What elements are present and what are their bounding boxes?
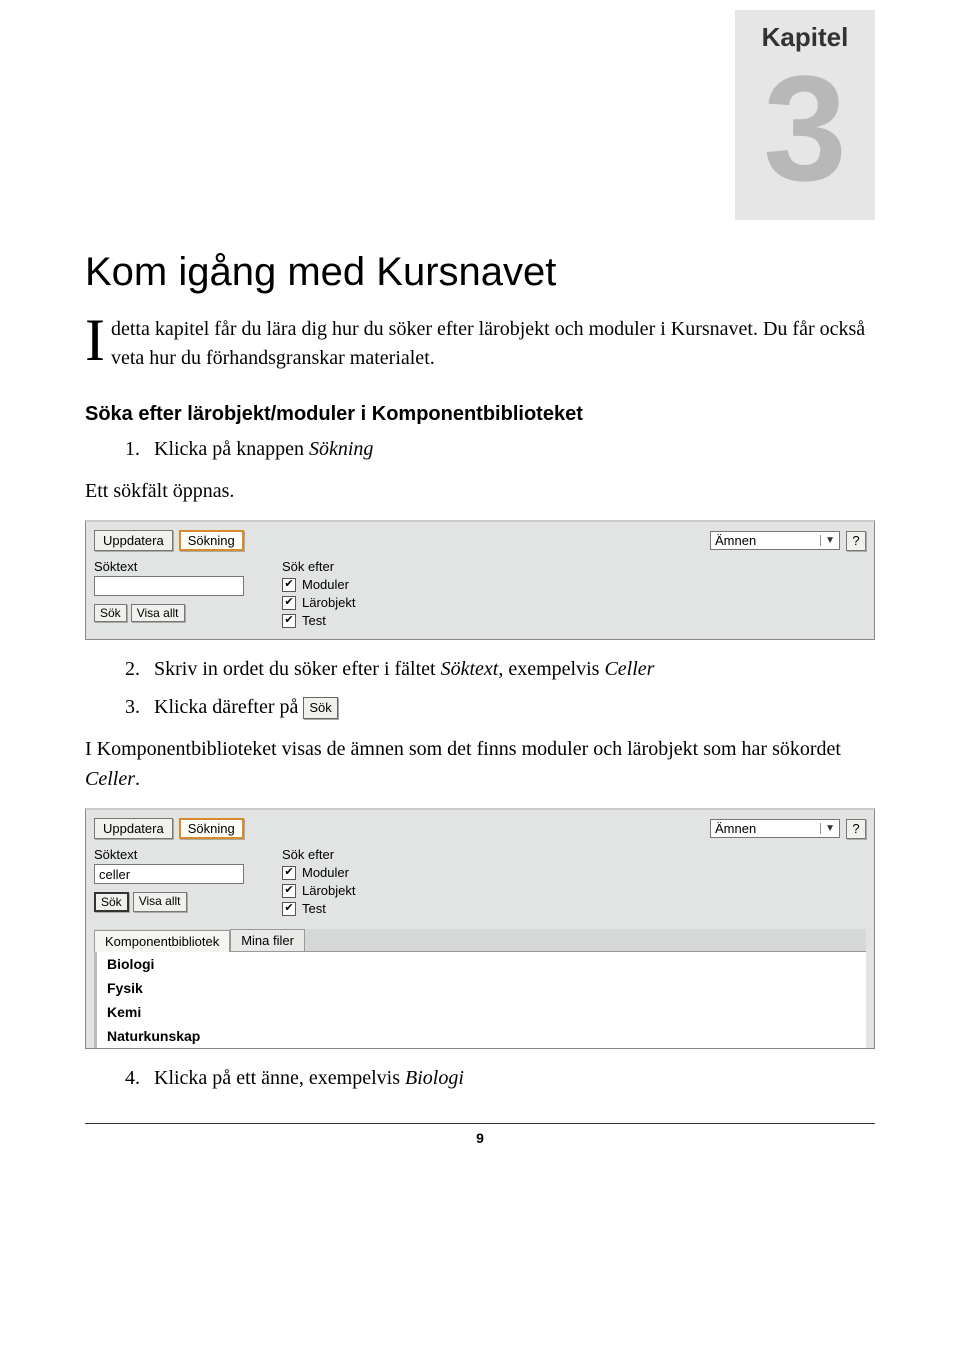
after-step-1: Ett sökfält öppnas. [85, 476, 875, 506]
section-heading: Söka efter lärobjekt/moduler i Komponent… [85, 403, 875, 426]
visa-allt-button[interactable]: Visa allt [133, 892, 187, 912]
chevron-down-icon: ▼ [820, 535, 835, 546]
tab-mina-filer[interactable]: Mina filer [230, 929, 305, 951]
chevron-down-icon: ▼ [820, 823, 835, 834]
test-checkbox[interactable]: ✔ [282, 902, 296, 916]
intro-paragraph: I detta kapitel får du lära dig hur du s… [85, 315, 875, 373]
amnen-select[interactable]: Ämnen ▼ [710, 819, 840, 838]
tab-komponentbibliotek[interactable]: Komponentbibliotek [94, 930, 230, 952]
sokning-button[interactable]: Sökning [179, 818, 244, 839]
test-checkbox[interactable]: ✔ [282, 614, 296, 628]
uppdatera-button[interactable]: Uppdatera [94, 818, 173, 839]
amnen-select[interactable]: Ämnen ▼ [710, 531, 840, 550]
step-number: 1. [125, 434, 149, 464]
step-number: 2. [125, 654, 149, 684]
chapter-number: 3 [735, 53, 875, 203]
page-title: Kom igång med Kursnavet [85, 250, 875, 295]
subject-item[interactable]: Fysik [97, 976, 866, 1000]
chapter-badge: Kapitel 3 [735, 10, 875, 220]
sokefter-label: Sök efter [282, 847, 355, 862]
page-footer: 9 [85, 1123, 875, 1146]
step-4: 4. Klicka på ett änne, exempelvis Biolog… [125, 1063, 875, 1093]
step-number: 3. [125, 692, 149, 722]
help-button[interactable]: ? [846, 819, 866, 839]
larobjekt-checkbox[interactable]: ✔ [282, 596, 296, 610]
soktext-label: Söktext [94, 847, 254, 862]
step-2: 2. Skriv in ordet du söker efter i fälte… [125, 654, 875, 684]
subject-list: Biologi Fysik Kemi Naturkunskap [94, 952, 866, 1048]
uppdatera-button[interactable]: Uppdatera [94, 530, 173, 551]
visa-allt-button[interactable]: Visa allt [131, 604, 185, 622]
search-panel-1: Uppdatera Sökning Ämnen ▼ ? Söktext Sök … [85, 520, 875, 640]
subject-item[interactable]: Naturkunskap [97, 1024, 866, 1048]
soktext-input[interactable] [94, 864, 244, 884]
step-number: 4. [125, 1063, 149, 1093]
sokning-button[interactable]: Sökning [179, 530, 244, 551]
step-1: 1. Klicka på knappen Sökning [125, 434, 875, 464]
after-step-3: I Komponentbiblioteket visas de ämnen so… [85, 734, 875, 794]
sok-button[interactable]: Sök [94, 892, 129, 912]
help-button[interactable]: ? [846, 531, 866, 551]
subject-item[interactable]: Biologi [97, 952, 866, 976]
inline-sok-button[interactable]: Sök [303, 697, 337, 719]
page-number: 9 [476, 1130, 484, 1146]
intro-text: detta kapitel får du lära dig hur du sök… [111, 318, 865, 369]
search-panel-2: Uppdatera Sökning Ämnen ▼ ? Söktext Sök … [85, 808, 875, 1049]
soktext-label: Söktext [94, 559, 254, 574]
subject-item[interactable]: Kemi [97, 1000, 866, 1024]
sokefter-label: Sök efter [282, 559, 355, 574]
moduler-checkbox[interactable]: ✔ [282, 866, 296, 880]
step-3: 3. Klicka därefter på Sök [125, 692, 875, 722]
larobjekt-checkbox[interactable]: ✔ [282, 884, 296, 898]
sok-button[interactable]: Sök [94, 604, 127, 622]
soktext-input[interactable] [94, 576, 244, 596]
moduler-checkbox[interactable]: ✔ [282, 578, 296, 592]
dropcap: I [85, 315, 111, 366]
